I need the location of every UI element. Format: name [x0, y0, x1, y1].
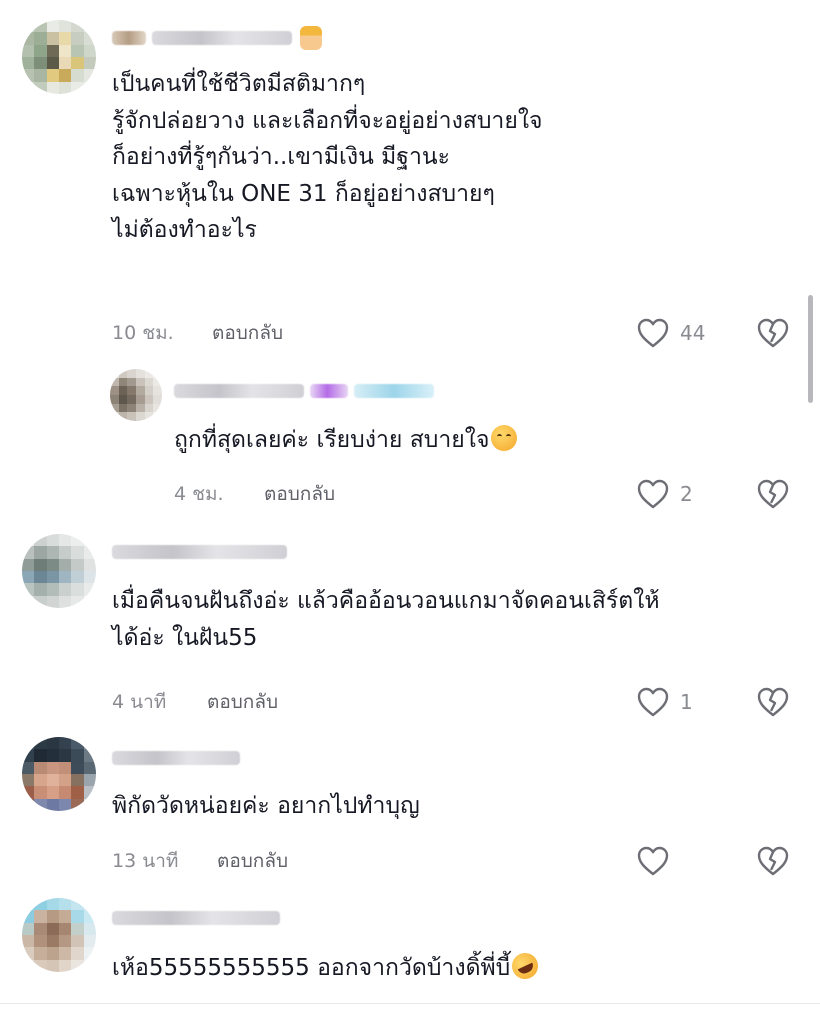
rofl-emoji-icon — [508, 948, 543, 984]
heart-outline-icon — [637, 846, 669, 876]
username[interactable] — [174, 381, 434, 401]
heart-outline-icon — [637, 479, 669, 509]
dislike-button[interactable] — [756, 316, 790, 350]
scrollbar[interactable] — [808, 295, 813, 403]
like-button[interactable]: 2 — [636, 477, 693, 511]
like-count: 1 — [680, 690, 693, 714]
dislike-button[interactable] — [756, 685, 790, 719]
comment-time: 10 ชม. — [112, 322, 174, 344]
comment-text: พิกัดวัดหน่อยค่ะ อยากไปทำบุญ — [112, 788, 420, 825]
dislike-button[interactable] — [756, 477, 790, 511]
username[interactable] — [112, 26, 322, 50]
comment-line: ไม่ต้องทำอะไร — [112, 217, 257, 243]
broken-heart-icon — [757, 846, 789, 876]
broken-heart-icon — [757, 687, 789, 717]
avatar[interactable] — [22, 737, 96, 811]
comment-line: เห้อ55555555555 ออกจากวัดบ้างดิ้พี่บี้ — [112, 955, 511, 981]
username[interactable] — [112, 908, 280, 928]
avatar[interactable] — [110, 369, 162, 421]
comment-meta: 13 นาที ตอบกลับ — [112, 848, 288, 874]
divider — [0, 1003, 820, 1004]
comment-line: พิกัดวัดหน่อยค่ะ อยากไปทำบุญ — [112, 793, 420, 819]
avatar[interactable] — [22, 534, 96, 608]
smiling-face-with-hearts-icon — [491, 425, 518, 451]
comment-text: เป็นคนที่ใช้ชีวิตมีสติมากๆ รู้จักปล่อยวา… — [112, 66, 543, 249]
comment-line: ก็อย่างที่รู้ๆกันว่า..เขามีเงิน มีฐานะ — [112, 144, 450, 170]
reply-button[interactable]: ตอบกลับ — [212, 318, 283, 348]
username[interactable] — [112, 542, 287, 562]
comment-meta: 10 ชม. ตอบกลับ — [112, 320, 283, 346]
reply-button[interactable]: ตอบกลับ — [217, 846, 288, 876]
reply-meta: 4 ชม. ตอบกลับ — [174, 481, 335, 507]
reply-line: ถูกที่สุดเลยค่ะ เรียบง่าย สบายใจ — [174, 427, 490, 453]
person-emoji-icon — [300, 26, 322, 50]
avatar[interactable] — [22, 20, 96, 94]
reply-time: 4 ชม. — [174, 483, 224, 505]
comment-meta: 4 นาที ตอบกลับ — [112, 689, 278, 715]
avatar[interactable] — [22, 898, 96, 972]
like-button[interactable]: 1 — [636, 685, 693, 719]
comment-line: เมื่อคืนจนฝันถึงอ่ะ แล้วคืออ้อนวอนแกมาจั… — [112, 588, 660, 614]
like-button[interactable] — [636, 844, 670, 878]
broken-heart-icon — [757, 318, 789, 348]
comments-screen: เป็นคนที่ใช้ชีวิตมีสติมากๆ รู้จักปล่อยวา… — [0, 0, 820, 1015]
reply-text: ถูกที่สุดเลยค่ะ เรียบง่าย สบายใจ — [174, 422, 518, 459]
comment-line: เป็นคนที่ใช้ชีวิตมีสติมากๆ — [112, 71, 366, 97]
comment-text: เห้อ55555555555 ออกจากวัดบ้างดิ้พี่บี้ — [112, 948, 543, 987]
dislike-button[interactable] — [756, 844, 790, 878]
like-count: 44 — [680, 321, 706, 345]
reply-button[interactable]: ตอบกลับ — [264, 479, 335, 509]
comment-line: ได้อ่ะ ในฝัน55 — [112, 624, 258, 651]
comment-line: รู้จักปล่อยวาง และเลือกที่จะอยู่อย่างสบา… — [112, 107, 543, 134]
reply-button[interactable]: ตอบกลับ — [207, 687, 278, 717]
comment-time: 13 นาที — [112, 850, 179, 872]
heart-outline-icon — [637, 318, 669, 348]
heart-outline-icon — [637, 687, 669, 717]
like-button[interactable]: 44 — [636, 316, 705, 350]
username[interactable] — [112, 748, 240, 768]
comment-line: เฉพาะหุ้นใน ONE 31 ก็อยู่อย่างสบายๆ — [112, 180, 495, 207]
comment-text: เมื่อคืนจนฝันถึงอ่ะ แล้วคืออ้อนวอนแกมาจั… — [112, 583, 660, 656]
like-count: 2 — [680, 482, 693, 506]
comment-time: 4 นาที — [112, 691, 167, 713]
broken-heart-icon — [757, 479, 789, 509]
